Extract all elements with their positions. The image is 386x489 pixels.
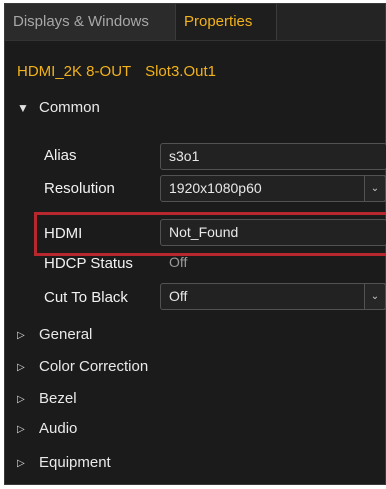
section-equipment[interactable]: ▷ Equipment (17, 454, 111, 471)
section-color-correction-label: Color Correction (39, 358, 149, 375)
device-header: HDMI_2K 8-OUT Slot3.Out1 (17, 63, 216, 80)
section-general-label: General (39, 326, 93, 343)
section-audio[interactable]: ▷ Audio (17, 420, 77, 437)
section-bezel[interactable]: ▷ Bezel (17, 390, 77, 407)
hdcp-status-field: Off (160, 250, 386, 277)
section-color-correction[interactable]: ▷ Color Correction (17, 358, 148, 375)
caret-right-icon: ▷ (17, 457, 25, 469)
chevron-down-icon[interactable]: ⌄ (364, 175, 386, 202)
hdmi-label: HDMI (44, 225, 83, 242)
section-bezel-label: Bezel (39, 390, 77, 407)
resolution-select[interactable]: 1920x1080p60 ⌄ (160, 175, 386, 202)
section-common-label: Common (39, 99, 100, 116)
properties-panel: Displays & Windows Properties HDMI_2K 8-… (4, 3, 386, 485)
section-general[interactable]: ▷ General (17, 326, 92, 343)
cut-to-black-label: Cut To Black (44, 289, 128, 306)
device-slot: Slot3.Out1 (145, 63, 216, 80)
section-equipment-label: Equipment (39, 454, 111, 471)
tab-displays-windows[interactable]: Displays & Windows (5, 4, 176, 40)
alias-label: Alias (44, 147, 77, 164)
alias-value: s3o1 (169, 148, 200, 164)
caret-right-icon: ▷ (17, 393, 25, 405)
resolution-label: Resolution (44, 180, 115, 197)
alias-input[interactable]: s3o1 (160, 143, 386, 170)
resolution-value: 1920x1080p60 (169, 180, 262, 196)
caret-right-icon: ▷ (17, 423, 25, 435)
device-model: HDMI_2K 8-OUT (17, 63, 131, 80)
cut-to-black-value: Off (169, 288, 188, 304)
section-common[interactable]: ▼ Common (17, 99, 100, 116)
cut-to-black-select[interactable]: Off ⌄ (160, 283, 386, 310)
hdcp-status-value: Off (169, 254, 188, 270)
hdmi-value: Not_Found (169, 224, 239, 240)
tab-bar: Displays & Windows Properties (5, 4, 385, 41)
caret-right-icon: ▷ (17, 329, 25, 341)
tab-properties[interactable]: Properties (176, 4, 277, 40)
caret-down-icon: ▼ (17, 101, 29, 116)
hdmi-status-field: Not_Found (160, 219, 386, 246)
hdcp-status-label: HDCP Status (44, 255, 133, 272)
section-audio-label: Audio (39, 420, 78, 437)
caret-right-icon: ▷ (17, 361, 25, 373)
chevron-down-icon[interactable]: ⌄ (364, 283, 386, 310)
